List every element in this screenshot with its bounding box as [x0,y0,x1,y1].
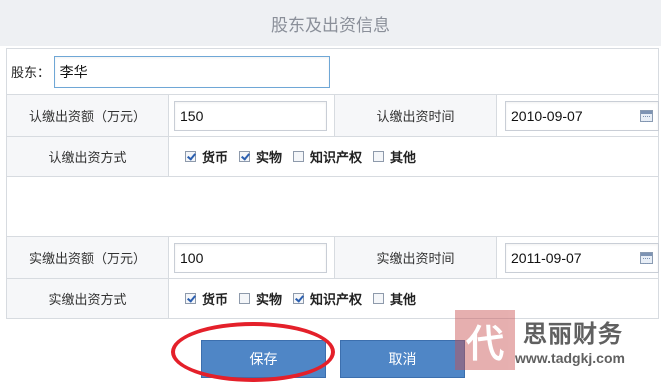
paid-amount-label: 实缴出资额（万元） [6,236,169,279]
checkbox-unchecked-icon[interactable] [373,293,385,304]
paid-time-input[interactable]: 2011-09-07 [505,242,659,273]
subscribed-time-input[interactable]: 2010-09-07 [505,100,659,131]
watermark-name: 思丽财务 [523,321,623,348]
highlight-circle-annotation [171,322,335,382]
checkbox-unchecked-icon[interactable] [239,293,251,304]
subscribed-amount-input[interactable]: 150 [174,100,327,131]
subscribed-method-cell: 货币 实物 知识产权 其他 [167,136,660,177]
shareholder-input[interactable]: 李华 [53,55,330,88]
subscribed-method-options: 货币 实物 知识产权 其他 [169,147,658,166]
checkbox-checked-icon[interactable] [239,151,251,162]
paid-time-cell: 2011-09-07 [495,236,660,279]
shareholder-label: 股东： [11,65,51,80]
checkbox-checked-icon[interactable] [293,293,305,304]
shareholder-form: 股东： 李华 认缴出资额（万元） 150 认缴出资时间 2010-09-07 认… [5,48,660,319]
paid-method-options: 货币 实物 知识产权 其他 [169,289,658,308]
paid-method-other[interactable]: 其他 [373,289,416,308]
checkbox-unchecked-icon[interactable] [373,151,385,162]
calendar-icon[interactable] [640,251,653,264]
subscribed-amount-cell: 150 [168,94,335,137]
subscribed-method-label: 认缴出资方式 [6,136,169,177]
watermark: 代 思丽财务 www.tadgkj.com [455,310,661,386]
calendar-icon[interactable] [640,109,653,122]
empty-spacer-row [5,176,660,237]
checkbox-checked-icon[interactable] [185,293,196,304]
subscribed-time-value: 2010-09-07 [511,107,583,124]
checkbox-checked-icon[interactable] [185,151,196,162]
subscribed-method-goods[interactable]: 实物 [239,147,282,166]
cancel-button[interactable]: 取消 [340,340,465,378]
paid-method-ip[interactable]: 知识产权 [293,289,362,308]
paid-method-label: 实缴出资方式 [6,278,169,319]
paid-time-label: 实缴出资时间 [334,236,497,279]
subscribed-method-other[interactable]: 其他 [373,147,416,166]
subscribed-method-ip[interactable]: 知识产权 [293,147,362,166]
subscribed-amount-label: 认缴出资额（万元） [6,94,169,137]
subscribed-method-currency[interactable]: 货币 [185,147,228,166]
page-title: 股东及出资信息 [271,15,390,35]
watermark-logo: 代 [455,310,515,370]
checkbox-unchecked-icon[interactable] [293,151,305,162]
subscribed-time-cell: 2010-09-07 [495,94,660,137]
subscribed-time-label: 认缴出资时间 [334,94,497,137]
paid-method-goods[interactable]: 实物 [239,289,282,308]
paid-time-value: 2011-09-07 [511,249,582,266]
paid-amount-cell: 100 [168,236,335,279]
watermark-url: www.tadgkj.com [515,350,625,366]
form-header: 股东及出资信息 [0,0,661,46]
paid-amount-input[interactable]: 100 [174,242,327,273]
paid-method-currency[interactable]: 货币 [185,289,228,308]
shareholder-row: 股东： 李华 [5,48,660,95]
